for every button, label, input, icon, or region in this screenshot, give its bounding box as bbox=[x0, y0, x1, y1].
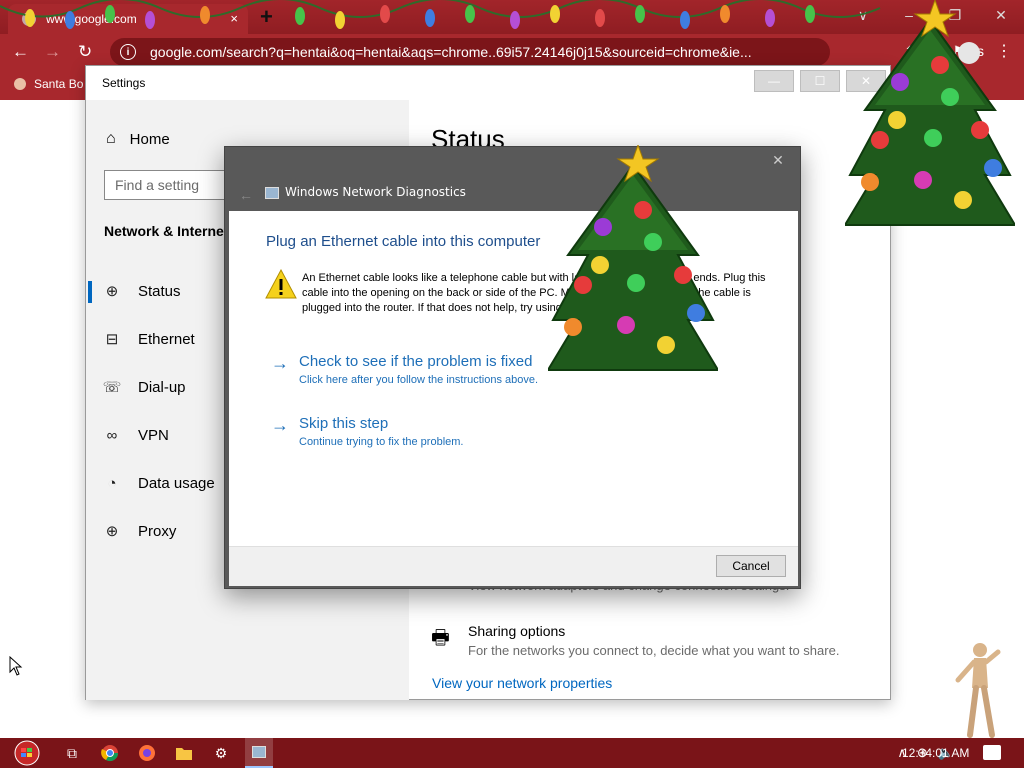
animated-figure-decoration bbox=[955, 643, 1001, 738]
dialog-close-icon[interactable]: ✕ bbox=[766, 152, 790, 172]
browser-tab[interactable]: www.google.com × bbox=[8, 4, 248, 34]
christmas-tree-decoration bbox=[845, 0, 1015, 226]
address-url: google.com/search?q=hentai&oq=hentai&aqs… bbox=[150, 44, 752, 60]
settings-maximize-button[interactable]: ☐ bbox=[800, 70, 840, 92]
site-info-icon[interactable]: i bbox=[120, 44, 136, 60]
tab-favicon-icon bbox=[22, 12, 36, 26]
settings-minimize-button[interactable]: — bbox=[754, 70, 794, 92]
chrome-taskbar-icon[interactable] bbox=[100, 743, 120, 763]
dialup-icon: ☏ bbox=[102, 379, 122, 396]
dialog-title: Windows Network Diagnostics bbox=[285, 185, 466, 199]
sidebar-item-label: Dial-up bbox=[138, 378, 186, 396]
christmas-tree-decoration bbox=[548, 145, 718, 371]
proxy-icon: ⊕ bbox=[105, 523, 119, 540]
sidebar-item-label: Status bbox=[138, 282, 181, 300]
cancel-button[interactable]: Cancel bbox=[716, 555, 786, 577]
start-button-icon[interactable] bbox=[8, 740, 46, 766]
diagnostics-app-icon bbox=[265, 187, 279, 199]
tab-title: www.google.com bbox=[46, 12, 137, 26]
forward-arrow-icon[interactable]: → bbox=[44, 42, 61, 62]
dialog-footer: Cancel bbox=[229, 546, 798, 586]
sharing-printer-icon: 🖶 bbox=[431, 627, 450, 649]
settings-titlebar: Settings — ☐ ✕ bbox=[86, 66, 890, 100]
bookmark-label: Santa Bo bbox=[34, 77, 84, 91]
back-arrow-icon[interactable]: ← bbox=[12, 42, 29, 62]
file-explorer-icon[interactable] bbox=[174, 743, 194, 763]
option-desc: Continue trying to fix the problem. bbox=[299, 436, 464, 448]
ethernet-icon: ⊟ bbox=[105, 331, 119, 348]
reload-icon[interactable]: ↻ bbox=[78, 42, 92, 62]
arrow-right-icon: → bbox=[271, 353, 289, 373]
dialog-heading: Plug an Ethernet cable into this compute… bbox=[266, 233, 541, 250]
sharing-title: Sharing options bbox=[468, 623, 566, 639]
home-label: Home bbox=[129, 130, 170, 148]
diagnostics-taskbar-button[interactable] bbox=[245, 738, 273, 768]
taskbar: ⧉ ⚙ ∧ ⊕ 🔈 12:34:01 AM bbox=[0, 738, 1024, 768]
task-view-icon[interactable]: ⧉ bbox=[62, 743, 82, 763]
firefox-taskbar-icon[interactable] bbox=[137, 743, 157, 763]
vpn-icon: ∞ bbox=[106, 426, 118, 444]
bookmark-favicon-icon bbox=[14, 78, 26, 90]
dialog-back-icon[interactable]: ← bbox=[239, 187, 253, 203]
option-title: Check to see if the problem is fixed bbox=[299, 353, 533, 370]
sidebar-item-label: Ethernet bbox=[138, 330, 195, 348]
option-desc: Click here after you follow the instruct… bbox=[299, 374, 539, 386]
data-usage-icon: ◔ bbox=[107, 474, 117, 492]
sidebar-item-label: Data usage bbox=[138, 474, 215, 492]
warning-icon bbox=[265, 269, 297, 299]
sidebar-home[interactable]: ⌂ Home bbox=[106, 130, 170, 148]
diagnostics-taskbar-icon bbox=[252, 746, 266, 758]
new-tab-button[interactable]: + bbox=[260, 4, 273, 30]
sidebar-section-title: Network & Internet bbox=[104, 223, 229, 239]
notification-center-icon[interactable] bbox=[983, 745, 1001, 760]
sidebar-item-label: VPN bbox=[138, 426, 169, 444]
sidebar-item-label: Proxy bbox=[138, 522, 177, 540]
home-icon: ⌂ bbox=[106, 130, 116, 147]
settings-gear-icon[interactable]: ⚙ bbox=[211, 743, 231, 763]
address-bar[interactable]: i google.com/search?q=hentai&oq=hentai&a… bbox=[110, 38, 830, 66]
taskbar-clock[interactable]: 12:34:01 AM bbox=[902, 746, 969, 760]
option-title: Skip this step bbox=[299, 415, 389, 432]
arrow-right-icon: → bbox=[271, 415, 289, 435]
mouse-cursor-icon bbox=[9, 656, 23, 676]
sharing-desc: For the networks you connect to, decide … bbox=[468, 643, 840, 658]
settings-title: Settings bbox=[102, 76, 146, 90]
view-network-properties-link[interactable]: View your network properties bbox=[432, 675, 612, 691]
tab-close-icon[interactable]: × bbox=[230, 11, 238, 26]
bookmark-item[interactable]: Santa Bo bbox=[14, 77, 83, 91]
status-icon: ⊕ bbox=[105, 283, 119, 300]
